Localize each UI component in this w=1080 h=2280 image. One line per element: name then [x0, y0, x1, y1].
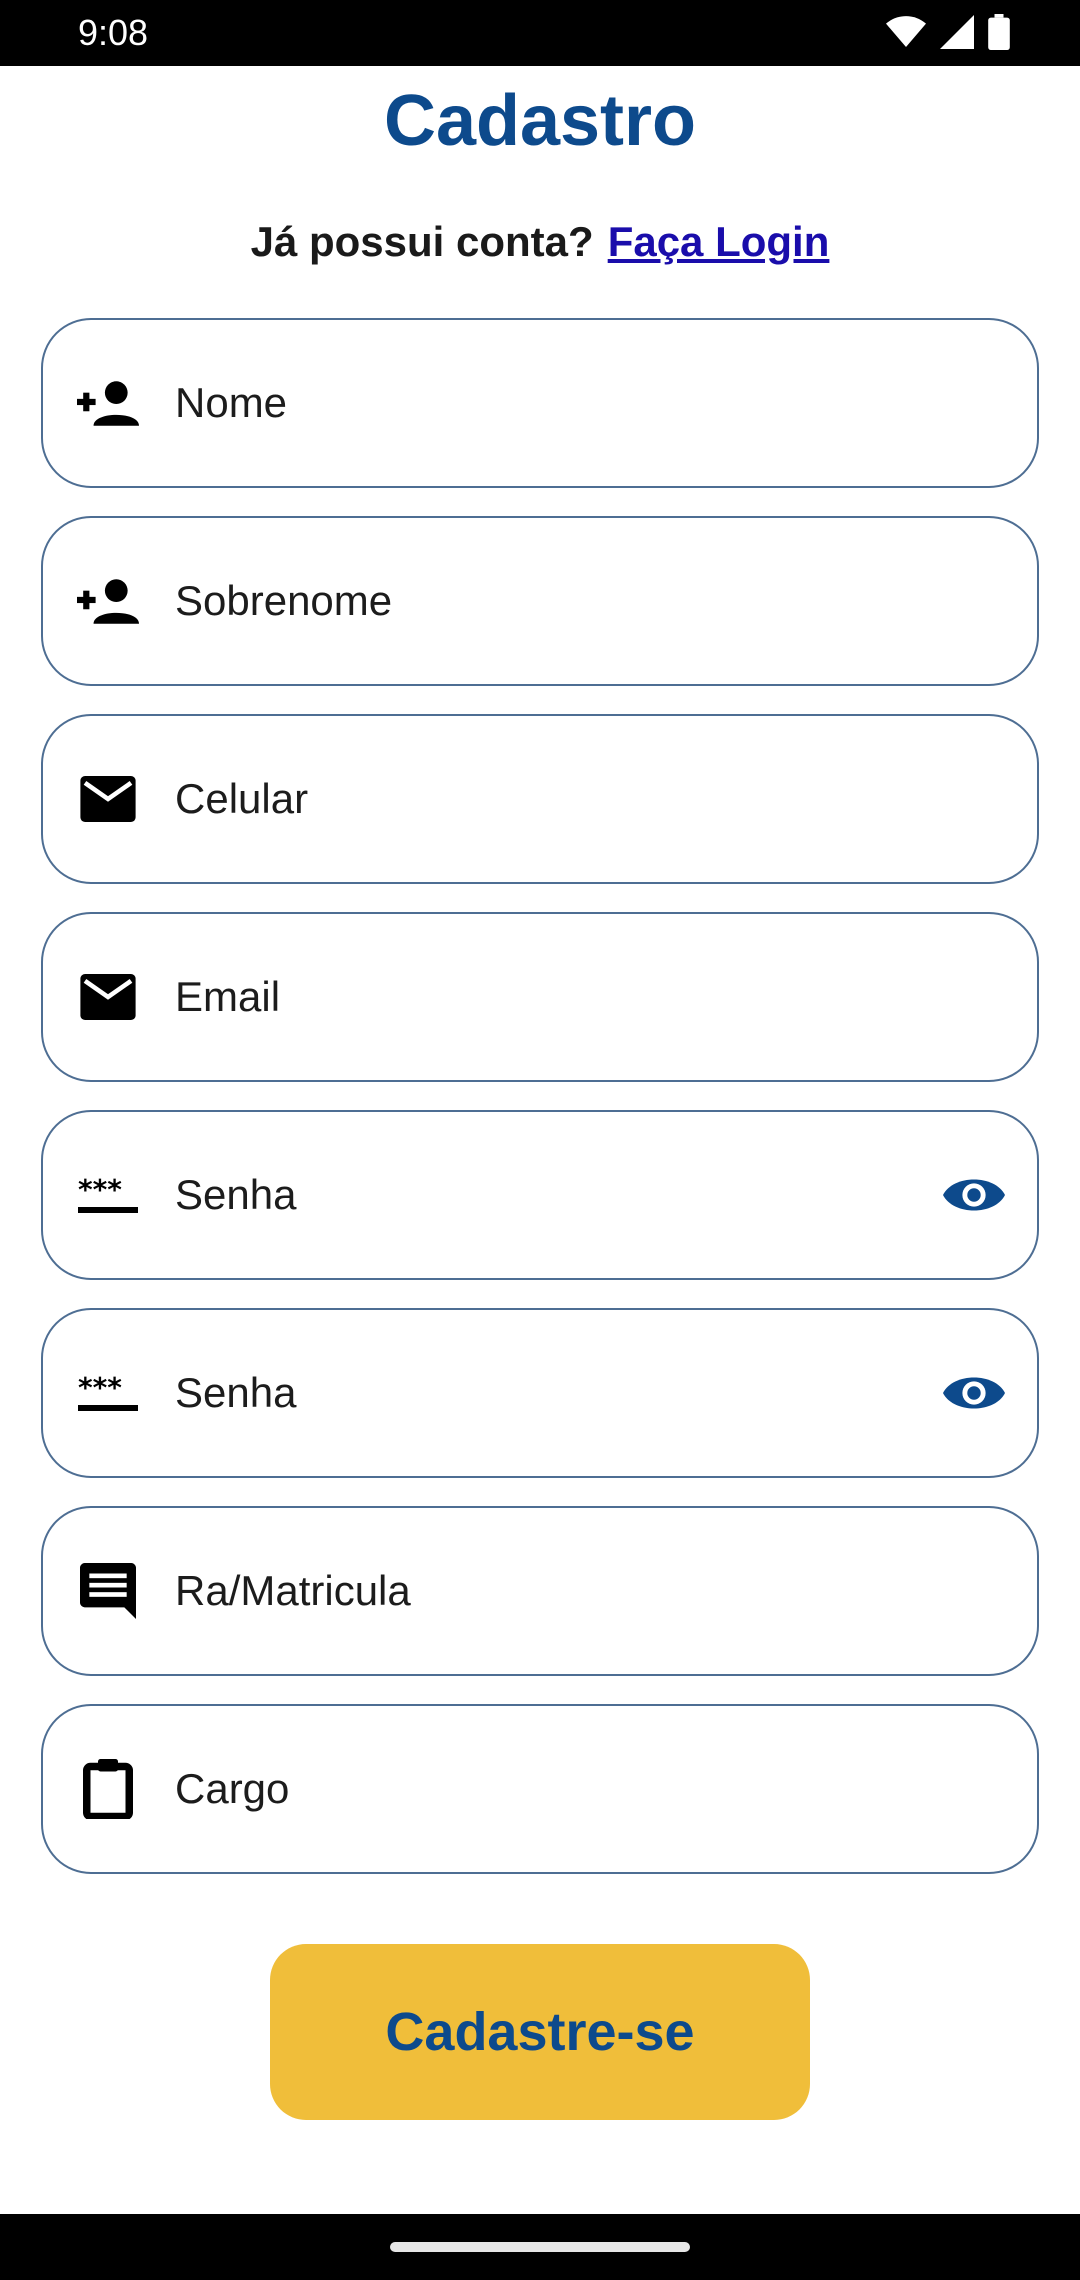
- nome-field[interactable]: Nome: [41, 318, 1039, 488]
- mail-icon: [77, 966, 139, 1028]
- celular-field[interactable]: Celular: [41, 714, 1039, 884]
- eye-icon[interactable]: [941, 1162, 1007, 1228]
- mail-icon: [77, 768, 139, 830]
- battery-icon: [988, 13, 1010, 55]
- password-icon: ***: [77, 1164, 139, 1226]
- person-add-icon: [77, 570, 139, 632]
- status-time: 9:08: [78, 12, 149, 53]
- home-gesture-handle[interactable]: [390, 2242, 690, 2252]
- login-link[interactable]: Faça Login: [608, 218, 830, 265]
- page-title: Cadastro: [383, 81, 697, 161]
- senha-placeholder: Senha: [175, 1171, 297, 1218]
- svg-text:***: ***: [78, 1175, 122, 1206]
- login-prompt-row: Já possui conta? Faça Login: [0, 218, 1080, 266]
- nome-placeholder: Nome: [175, 379, 288, 426]
- status-icons: [886, 13, 1010, 55]
- chat-icon: [77, 1560, 139, 1622]
- navigation-bar: [0, 2214, 1080, 2280]
- login-prompt-text: Já possui conta?: [250, 218, 594, 265]
- sobrenome-placeholder: Sobrenome: [175, 577, 393, 624]
- email-placeholder: Email: [175, 973, 281, 1020]
- clipboard-icon: [77, 1758, 139, 1820]
- person-add-icon: [77, 372, 139, 434]
- senha-confirm-placeholder: Senha: [175, 1369, 297, 1416]
- cargo-placeholder: Cargo: [175, 1765, 290, 1812]
- cadastre-se-button[interactable]: Cadastre-se: [270, 1944, 810, 2120]
- ra-matricula-placeholder: Ra/Matricula: [175, 1567, 411, 1614]
- status-bar: 9:08: [0, 0, 1080, 66]
- password-icon: ***: [77, 1362, 139, 1424]
- senha-confirm-field[interactable]: *** Senha: [41, 1308, 1039, 1478]
- svg-text:***: ***: [78, 1373, 122, 1404]
- ra-matricula-field[interactable]: Ra/Matricula: [41, 1506, 1039, 1676]
- wifi-icon: [886, 15, 926, 54]
- senha-field[interactable]: *** Senha: [41, 1110, 1039, 1280]
- email-field[interactable]: Email: [41, 912, 1039, 1082]
- eye-icon[interactable]: [941, 1360, 1007, 1426]
- cargo-field[interactable]: Cargo: [41, 1704, 1039, 1874]
- sobrenome-field[interactable]: Sobrenome: [41, 516, 1039, 686]
- celular-placeholder: Celular: [175, 775, 309, 822]
- cellular-signal-icon: [940, 14, 974, 54]
